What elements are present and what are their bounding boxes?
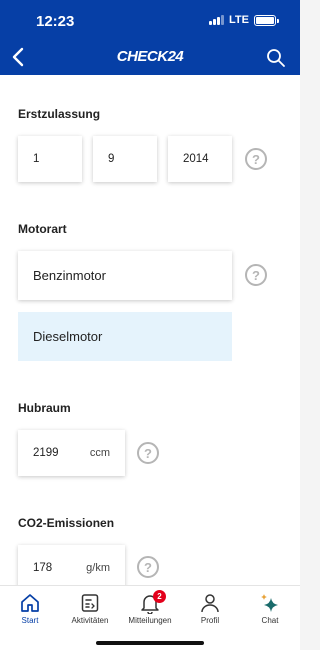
co2-value: 178 (33, 562, 53, 574)
engine-option-benzinmotor[interactable]: Benzinmotor (18, 251, 232, 300)
tab-label: Mitteilungen (128, 616, 172, 625)
registration-year-field[interactable]: 2014 (168, 136, 232, 182)
check24-logo: CHECK24 (116, 48, 184, 65)
app-header: 12:23 LTE CHECK24 (0, 0, 300, 75)
registration-month-field[interactable]: 9 (93, 136, 157, 182)
network-type: LTE (229, 14, 249, 26)
battery-icon (254, 14, 279, 26)
tab-label: Aktivitäten (71, 616, 109, 625)
sparkle-icon (261, 594, 278, 612)
help-icon[interactable]: ? (245, 148, 267, 170)
hubraum-title: Hubraum (18, 401, 71, 415)
co2-title: CO2-Emissionen (18, 516, 115, 530)
erstzulassung-title: Erstzulassung (18, 107, 101, 121)
home-icon (21, 594, 39, 612)
search-button[interactable] (266, 48, 286, 68)
notification-badge: 2 (153, 590, 166, 603)
displacement-unit: ccm (89, 447, 110, 459)
signal-icon (209, 15, 225, 25)
activity-icon (81, 594, 99, 612)
tab-label: Chat (261, 616, 279, 625)
vehicle-form: Erstzulassung 1 9 2014 ? Motorart Benzin… (0, 75, 300, 585)
engine-option-dieselmotor[interactable]: Dieselmotor (18, 312, 232, 361)
profile-icon (201, 594, 219, 613)
registration-day-field[interactable]: 1 (18, 136, 82, 182)
tab-chat[interactable]: Chat (240, 592, 300, 625)
co2-unit: g/km (86, 562, 110, 574)
tab-label: Start (21, 616, 39, 625)
search-icon (267, 49, 285, 67)
tab-mitteilungen[interactable]: 2 Mitteilungen (120, 590, 180, 625)
displacement-field[interactable]: 2199 ccm (18, 430, 125, 476)
help-icon[interactable]: ? (137, 442, 159, 464)
tab-start[interactable]: Start (0, 592, 60, 625)
status-time: 12:23 (36, 13, 75, 30)
tab-aktivitaeten[interactable]: Aktivitäten (60, 592, 120, 625)
help-icon[interactable]: ? (245, 264, 267, 286)
help-icon[interactable]: ? (137, 556, 159, 578)
co2-field[interactable]: 178 g/km (18, 545, 125, 585)
tab-label: Profil (200, 616, 220, 625)
motorart-title: Motorart (18, 222, 67, 236)
displacement-value: 2199 (33, 447, 59, 459)
home-indicator (96, 641, 204, 645)
tab-profil[interactable]: Profil (180, 592, 240, 625)
status-indicators: LTE (209, 14, 279, 26)
